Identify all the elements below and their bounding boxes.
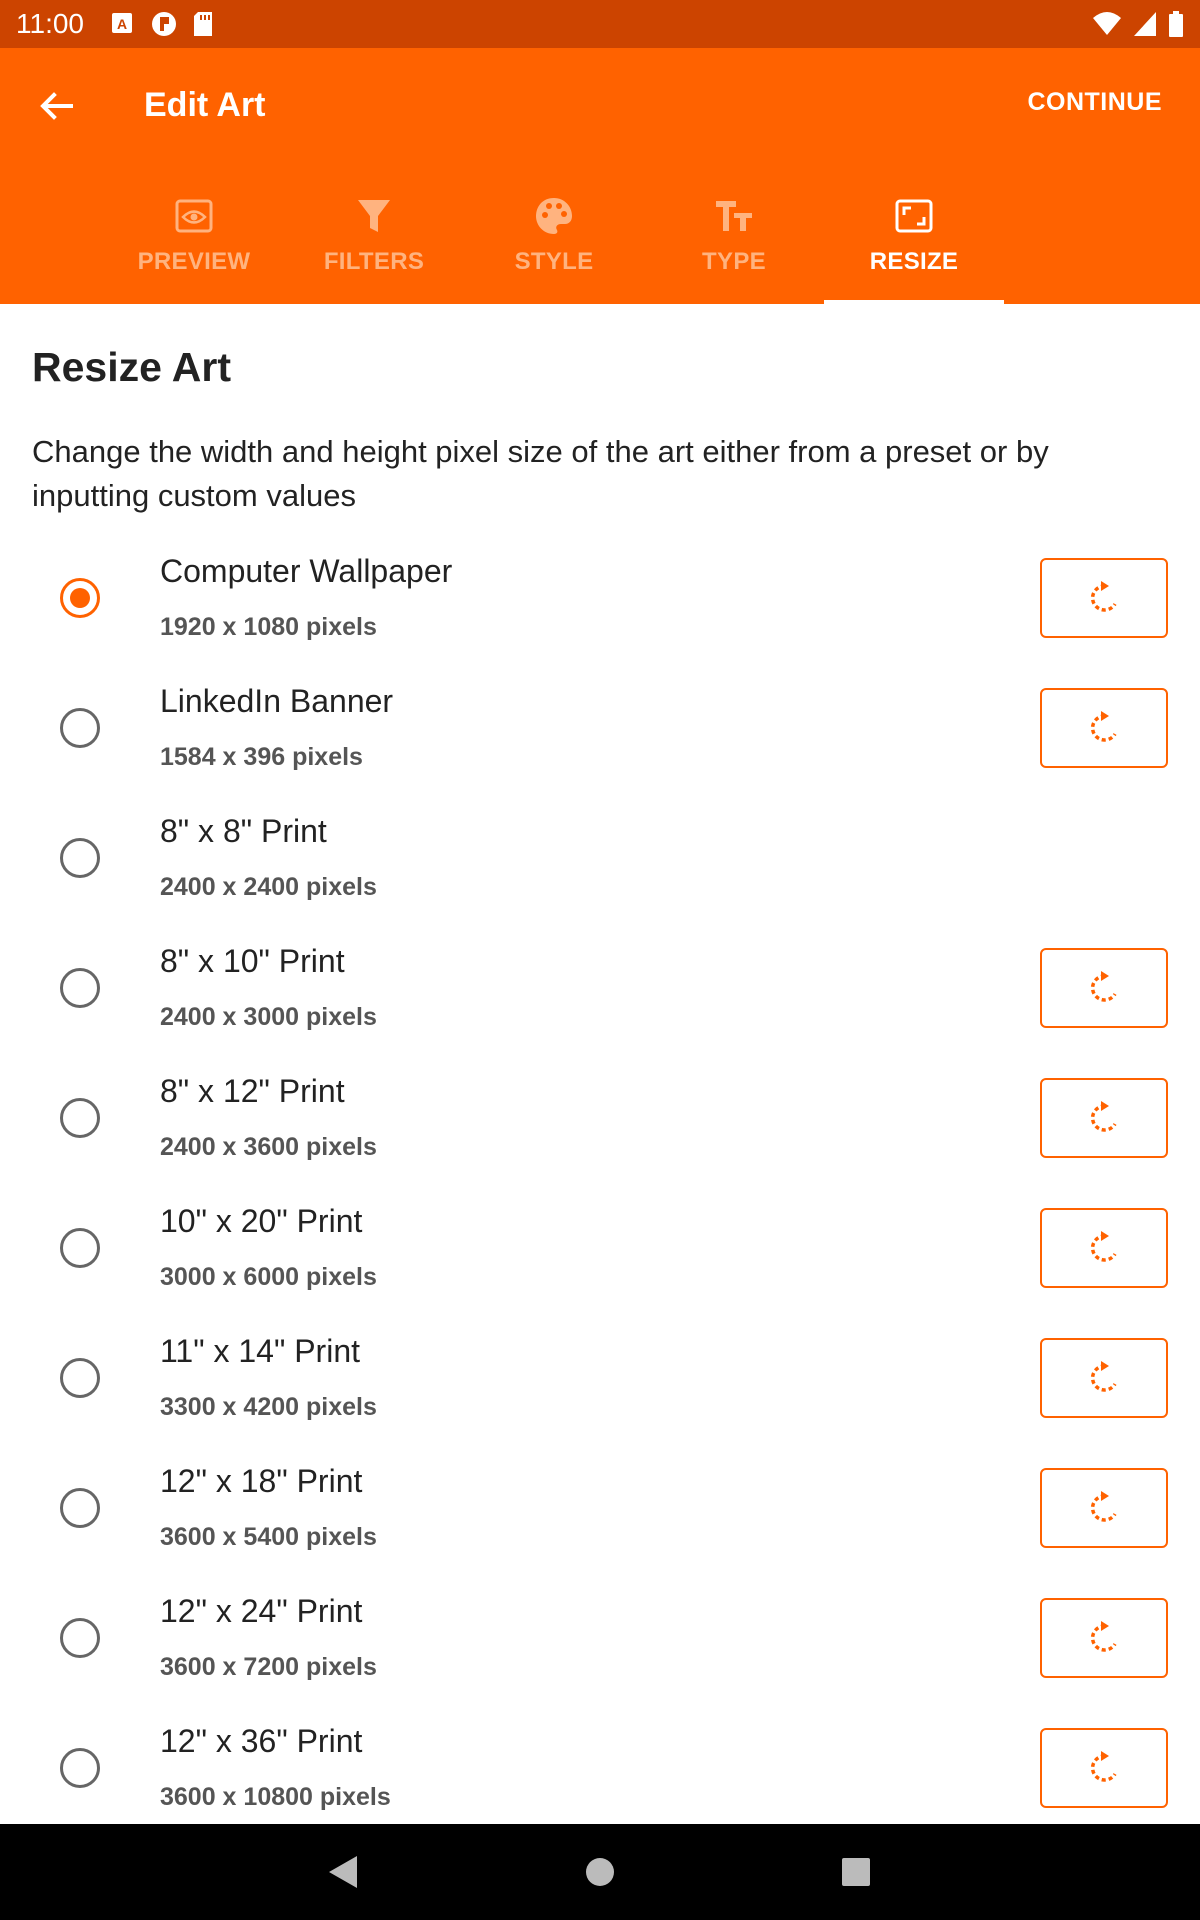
apply-preset-icon [1090,1621,1117,1652]
preset-dimensions: 3300 x 4200 pixels [160,1393,377,1421]
preset-item[interactable]: 12" x 24" Print 3600 x 7200 pixels [0,1585,1200,1715]
page-title: Edit Art [144,86,266,124]
apply-preset-icon [1090,711,1117,742]
wifi-icon [1093,12,1121,35]
apply-preset-icon [1090,1231,1117,1262]
preset-item[interactable]: LinkedIn Banner 1584 x 396 pixels [0,675,1200,805]
preset-title: Computer Wallpaper [160,553,453,589]
preset-title: 8" x 12" Print [160,1073,345,1109]
resize-icon [895,199,933,233]
tab-preview[interactable]: PREVIEW [104,176,284,304]
preset-item[interactable]: 10" x 20" Print 3000 x 6000 pixels [0,1195,1200,1325]
apply-preset-button[interactable] [1040,688,1168,768]
preset-title: LinkedIn Banner [160,683,394,719]
preset-radio-button[interactable] [60,1098,100,1138]
tab-resize[interactable]: RESIZE [824,176,1004,304]
section-description: Change the width and height pixel size o… [32,434,1049,513]
system-icons [1092,10,1184,38]
apply-preset-button[interactable] [1040,1208,1168,1288]
preset-dimensions: 1920 x 1080 pixels [160,613,377,641]
nav-home-button[interactable] [576,1848,624,1896]
apply-preset-icon [1090,581,1117,612]
filter-icon [358,200,390,232]
preset-title: 8" x 8" Print [160,813,327,849]
back-button[interactable] [30,80,82,132]
preset-radio-button[interactable] [60,578,100,618]
preset-dimensions: 1584 x 396 pixels [160,743,363,771]
tab-label: PREVIEW [137,248,251,275]
section-title: Resize Art [32,344,231,390]
preset-title: 12" x 24" Print [160,1593,363,1629]
nav-home-icon [586,1858,614,1886]
preset-item[interactable]: Computer Wallpaper 1920 x 1080 pixels [0,545,1200,675]
preset-item[interactable]: 8" x 12" Print 2400 x 3600 pixels [0,1065,1200,1195]
preset-dimensions: 2400 x 2400 pixels [160,873,377,901]
preset-dimensions: 2400 x 3600 pixels [160,1133,377,1161]
preset-dimensions: 3600 x 7200 pixels [160,1653,377,1681]
tab-label: STYLE [514,248,594,275]
preset-dimensions: 3000 x 6000 pixels [160,1263,377,1291]
apply-preset-button[interactable] [1040,1078,1168,1158]
notification-p-icon [152,12,176,36]
apply-preset-button[interactable] [1040,1598,1168,1678]
preset-title: 8" x 10" Print [160,943,345,979]
nav-back-button[interactable] [320,1848,368,1896]
navigation-bar [0,1824,1200,1920]
apply-preset-button[interactable] [1040,948,1168,1028]
apply-preset-icon [1090,1101,1117,1132]
app-bar: Edit Art CONTINUE PREVIEW FILTERS STYLE … [0,48,1200,304]
text-type-icon [716,201,752,231]
preset-radio-button[interactable] [60,1748,100,1788]
battery-icon [1169,11,1183,37]
nav-recents-icon [842,1858,870,1886]
preset-radio-button[interactable] [60,838,100,878]
preview-icon [175,199,213,233]
apply-preset-button[interactable] [1040,1468,1168,1548]
notification-icons: A [110,10,214,38]
status-bar: 11:00 A [0,0,1200,48]
preset-dimensions: 3600 x 10800 pixels [160,1783,391,1811]
preset-radio-button[interactable] [60,708,100,748]
tab-label: TYPE [702,248,766,275]
apply-preset-button[interactable] [1040,558,1168,638]
tab-bar: PREVIEW FILTERS STYLE TYPE RESIZE [0,176,1200,304]
preset-title: 12" x 18" Print [160,1463,363,1499]
status-time: 11:00 [16,8,84,39]
arrow-back-icon [40,92,73,120]
svg-text:A: A [117,16,127,32]
apply-preset-button[interactable] [1040,1338,1168,1418]
notification-a-icon: A [112,13,132,33]
signal-icon [1134,12,1156,36]
apply-preset-icon [1090,1361,1117,1392]
preset-title: 10" x 20" Print [160,1203,363,1239]
palette-icon [536,198,572,234]
tab-type[interactable]: TYPE [644,176,824,304]
tab-style[interactable]: STYLE [464,176,644,304]
tab-label: FILTERS [323,248,425,275]
preset-title: 11" x 14" Print [160,1333,360,1369]
preset-item[interactable]: 12" x 18" Print 3600 x 5400 pixels [0,1455,1200,1585]
preset-title: 12" x 36" Print [160,1723,363,1759]
nav-back-icon [329,1856,357,1888]
tab-indicator [824,300,1004,304]
preset-dimensions: 3600 x 5400 pixels [160,1523,377,1551]
preset-item[interactable]: 11" x 14" Print 3300 x 4200 pixels [0,1325,1200,1455]
preset-radio-button[interactable] [60,1488,100,1528]
preset-item[interactable]: 8" x 10" Print 2400 x 3000 pixels [0,935,1200,1065]
apply-preset-icon [1090,971,1117,1002]
apply-preset-icon [1090,1491,1117,1522]
preset-radio-button[interactable] [60,968,100,1008]
preset-radio-button[interactable] [60,1358,100,1398]
preset-item[interactable]: 8" x 8" Print 2400 x 2400 pixels [0,805,1200,935]
preset-radio-button[interactable] [60,1618,100,1658]
preset-dimensions: 2400 x 3000 pixels [160,1003,377,1031]
preset-radio-button[interactable] [60,1228,100,1268]
apply-preset-icon [1090,1751,1117,1782]
tab-label: RESIZE [869,248,959,275]
nav-recents-button[interactable] [832,1848,880,1896]
sd-card-icon [194,12,212,36]
tab-filters[interactable]: FILTERS [284,176,464,304]
continue-button[interactable]: CONTINUE [1027,88,1162,117]
apply-preset-button[interactable] [1040,1728,1168,1808]
